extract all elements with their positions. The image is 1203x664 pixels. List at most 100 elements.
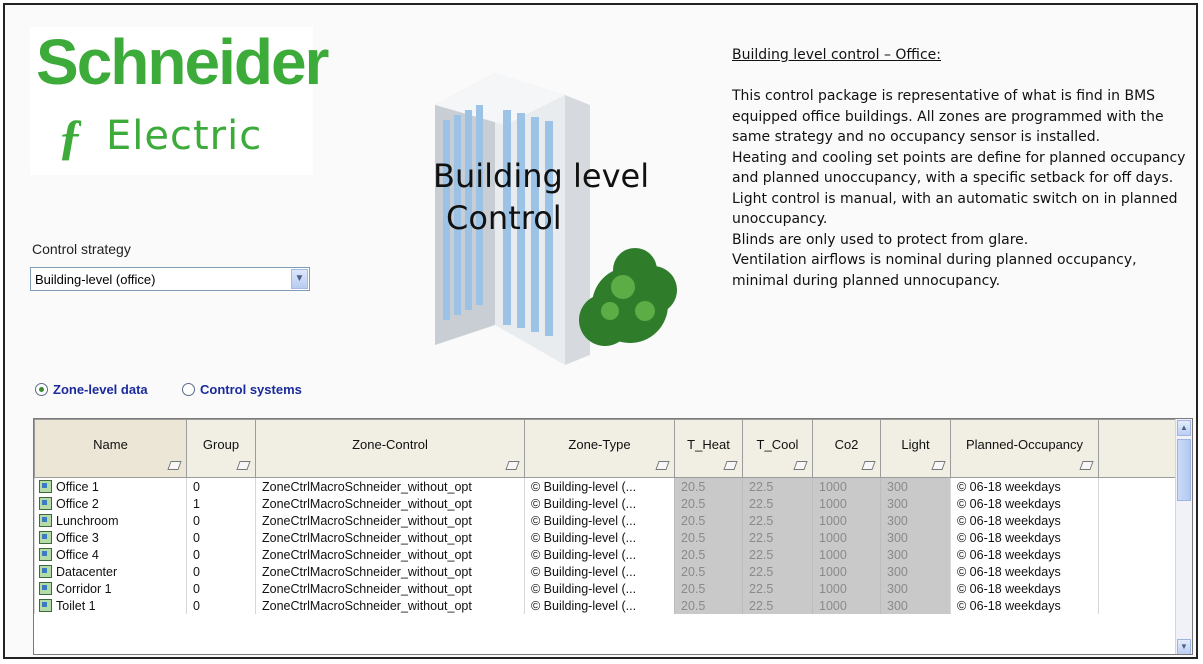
- sort-icon[interactable]: [236, 461, 251, 470]
- scroll-up-icon[interactable]: ▲: [1177, 420, 1191, 436]
- cell-co2[interactable]: 1000: [812, 477, 881, 495]
- cell-t-cool[interactable]: 22.5: [742, 563, 813, 580]
- cell-t-cool[interactable]: 22.5: [742, 597, 813, 614]
- column-header-t-cool[interactable]: T_Cool: [742, 419, 813, 478]
- cell-name[interactable]: Office 3: [34, 529, 187, 546]
- cell-zone-control[interactable]: ZoneCtrlMacroSchneider_without_opt: [255, 546, 525, 563]
- table-row[interactable]: Office 3 0 ZoneCtrlMacroSchneider_without_…: [34, 529, 1179, 546]
- radio-control-systems[interactable]: Control systems: [182, 382, 302, 397]
- cell-t-heat[interactable]: 20.5: [674, 580, 743, 597]
- cell-t-cool[interactable]: 22.5: [742, 477, 813, 495]
- table-row[interactable]: Corridor 1 0 ZoneCtrlMacroSchneider_withou…: [34, 580, 1179, 597]
- cell-t-heat[interactable]: 20.5: [674, 563, 743, 580]
- cell-group[interactable]: 0: [186, 563, 256, 580]
- cell-light[interactable]: 300: [880, 529, 951, 546]
- sort-icon[interactable]: [861, 461, 876, 470]
- cell-zone-type[interactable]: © Building-level (...: [524, 580, 675, 597]
- cell-zone-control[interactable]: ZoneCtrlMacroSchneider_without_opt: [255, 495, 525, 512]
- cell-t-heat[interactable]: 20.5: [674, 512, 743, 529]
- cell-zone-type[interactable]: © Building-level (...: [524, 546, 675, 563]
- table-row[interactable]: Office 2 1 ZoneCtrlMacroSchneider_without_…: [34, 495, 1179, 512]
- radio-selected-icon[interactable]: [35, 383, 48, 396]
- cell-zone-control[interactable]: ZoneCtrlMacroSchneider_without_opt: [255, 477, 525, 495]
- sort-icon[interactable]: [505, 461, 520, 470]
- control-strategy-select[interactable]: Building-level (office) ▼: [30, 267, 310, 291]
- cell-co2[interactable]: 1000: [812, 597, 881, 614]
- cell-planned-occupancy[interactable]: © 06-18 weekdays: [950, 563, 1099, 580]
- scroll-down-icon[interactable]: ▼: [1177, 639, 1191, 654]
- cell-t-cool[interactable]: 22.5: [742, 546, 813, 563]
- column-header-light[interactable]: Light: [880, 419, 951, 478]
- cell-group[interactable]: 0: [186, 597, 256, 614]
- cell-group[interactable]: 0: [186, 477, 256, 495]
- table-row[interactable]: Toilet 1 0 ZoneCtrlMacroSchneider_without_…: [34, 597, 1179, 614]
- cell-co2[interactable]: 1000: [812, 495, 881, 512]
- cell-name[interactable]: Lunchroom: [34, 512, 187, 529]
- cell-planned-occupancy[interactable]: © 06-18 weekdays: [950, 495, 1099, 512]
- cell-planned-occupancy[interactable]: © 06-18 weekdays: [950, 529, 1099, 546]
- cell-light[interactable]: 300: [880, 580, 951, 597]
- cell-planned-occupancy[interactable]: © 06-18 weekdays: [950, 512, 1099, 529]
- cell-zone-type[interactable]: © Building-level (...: [524, 495, 675, 512]
- cell-t-heat[interactable]: 20.5: [674, 495, 743, 512]
- cell-group[interactable]: 0: [186, 512, 256, 529]
- cell-name[interactable]: Toilet 1: [34, 597, 187, 614]
- column-header-t-heat[interactable]: T_Heat: [674, 419, 743, 478]
- cell-name[interactable]: Datacenter: [34, 563, 187, 580]
- cell-light[interactable]: 300: [880, 495, 951, 512]
- cell-planned-occupancy[interactable]: © 06-18 weekdays: [950, 477, 1099, 495]
- sort-icon[interactable]: [167, 461, 182, 470]
- cell-t-cool[interactable]: 22.5: [742, 580, 813, 597]
- cell-t-heat[interactable]: 20.5: [674, 477, 743, 495]
- cell-zone-type[interactable]: © Building-level (...: [524, 477, 675, 495]
- cell-t-cool[interactable]: 22.5: [742, 512, 813, 529]
- cell-name[interactable]: Office 1: [34, 477, 187, 495]
- cell-light[interactable]: 300: [880, 546, 951, 563]
- cell-zone-control[interactable]: ZoneCtrlMacroSchneider_without_opt: [255, 597, 525, 614]
- column-header-group[interactable]: Group: [186, 419, 256, 478]
- table-row[interactable]: Datacenter 0 ZoneCtrlMacroSchneider_withou…: [34, 563, 1179, 580]
- table-row[interactable]: Lunchroom 0 ZoneCtrlMacroSchneider_without…: [34, 512, 1179, 529]
- sort-icon[interactable]: [655, 461, 670, 470]
- sort-icon[interactable]: [931, 461, 946, 470]
- sort-icon[interactable]: [793, 461, 808, 470]
- cell-group[interactable]: 1: [186, 495, 256, 512]
- cell-light[interactable]: 300: [880, 597, 951, 614]
- cell-planned-occupancy[interactable]: © 06-18 weekdays: [950, 546, 1099, 563]
- cell-zone-control[interactable]: ZoneCtrlMacroSchneider_without_opt: [255, 512, 525, 529]
- sort-icon[interactable]: [723, 461, 738, 470]
- cell-zone-type[interactable]: © Building-level (...: [524, 563, 675, 580]
- table-row[interactable]: Office 1 0 ZoneCtrlMacroSchneider_without_…: [34, 477, 1179, 495]
- cell-light[interactable]: 300: [880, 477, 951, 495]
- cell-planned-occupancy[interactable]: © 06-18 weekdays: [950, 580, 1099, 597]
- cell-zone-control[interactable]: ZoneCtrlMacroSchneider_without_opt: [255, 580, 525, 597]
- cell-name[interactable]: Office 2: [34, 495, 187, 512]
- cell-t-heat[interactable]: 20.5: [674, 546, 743, 563]
- scrollbar-thumb[interactable]: [1177, 439, 1191, 501]
- cell-zone-type[interactable]: © Building-level (...: [524, 512, 675, 529]
- vertical-scrollbar[interactable]: ▲ ▼: [1175, 419, 1192, 654]
- cell-t-heat[interactable]: 20.5: [674, 597, 743, 614]
- cell-zone-control[interactable]: ZoneCtrlMacroSchneider_without_opt: [255, 529, 525, 546]
- cell-t-cool[interactable]: 22.5: [742, 495, 813, 512]
- column-header-co2[interactable]: Co2: [812, 419, 881, 478]
- cell-light[interactable]: 300: [880, 563, 951, 580]
- cell-t-heat[interactable]: 20.5: [674, 529, 743, 546]
- chevron-down-icon[interactable]: ▼: [291, 269, 308, 289]
- cell-group[interactable]: 0: [186, 546, 256, 563]
- cell-co2[interactable]: 1000: [812, 512, 881, 529]
- column-header-name[interactable]: Name: [34, 419, 187, 478]
- cell-co2[interactable]: 1000: [812, 563, 881, 580]
- cell-name[interactable]: Office 4: [34, 546, 187, 563]
- cell-t-cool[interactable]: 22.5: [742, 529, 813, 546]
- radio-zone-level-data[interactable]: Zone-level data: [35, 382, 148, 397]
- cell-name[interactable]: Corridor 1: [34, 580, 187, 597]
- sort-icon[interactable]: [1079, 461, 1094, 470]
- cell-co2[interactable]: 1000: [812, 529, 881, 546]
- cell-co2[interactable]: 1000: [812, 546, 881, 563]
- cell-zone-control[interactable]: ZoneCtrlMacroSchneider_without_opt: [255, 563, 525, 580]
- table-row[interactable]: Office 4 0 ZoneCtrlMacroSchneider_without_…: [34, 546, 1179, 563]
- cell-group[interactable]: 0: [186, 529, 256, 546]
- column-header-zone-type[interactable]: Zone-Type: [524, 419, 675, 478]
- cell-light[interactable]: 300: [880, 512, 951, 529]
